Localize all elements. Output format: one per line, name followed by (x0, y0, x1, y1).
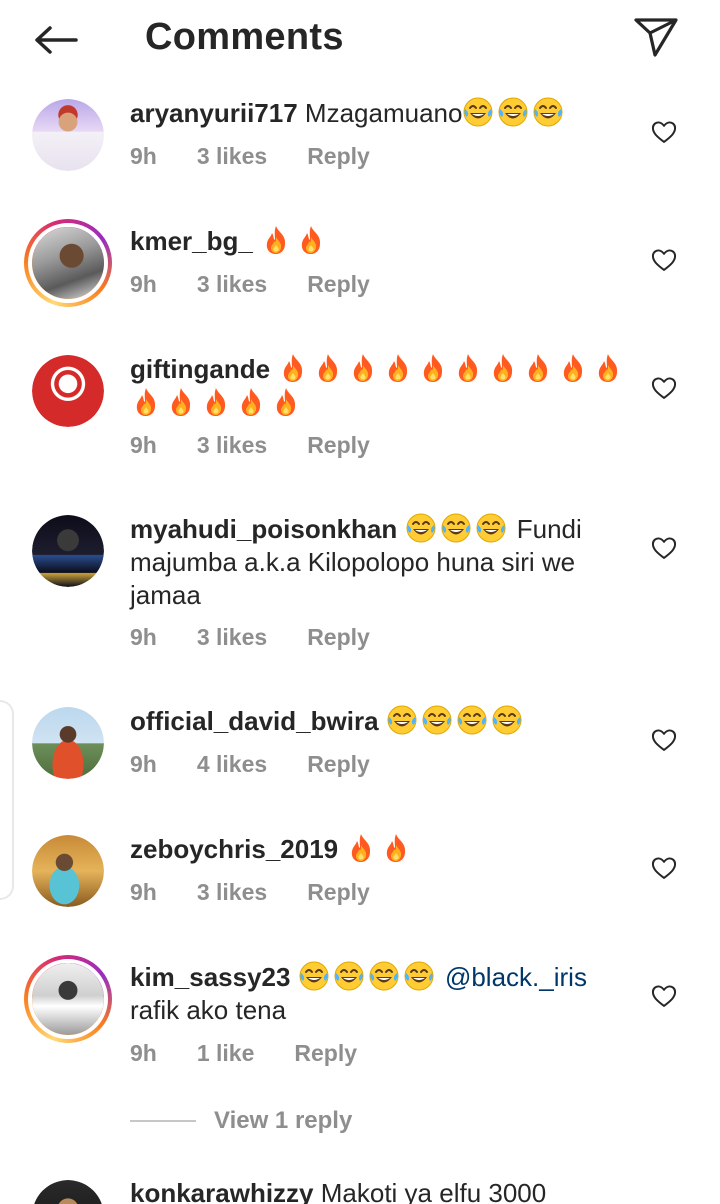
heart-icon[interactable] (650, 118, 678, 146)
comment-time: 9h (130, 879, 157, 905)
comment-meta: 9h 1 like Reply (130, 1040, 397, 1067)
comment-likes[interactable]: 1 like (197, 1040, 255, 1067)
reply-button[interactable]: Reply (294, 1040, 357, 1067)
laughing-tears-emoji (405, 514, 510, 544)
comment-time: 9h (130, 624, 157, 650)
avatar[interactable] (32, 355, 104, 427)
avatar[interactable] (24, 955, 112, 1043)
comment-text: giftingande (130, 352, 630, 420)
reply-button[interactable]: Reply (307, 271, 370, 298)
view-replies[interactable]: View 1 reply (130, 1107, 352, 1135)
comment-body: Mzagamuano (304, 98, 463, 128)
comment-likes[interactable]: 4 likes (197, 751, 267, 778)
view-replies-label[interactable]: View 1 reply (214, 1107, 352, 1135)
comment-text: kim_sassy23 @black._iris rafik ako tena (130, 960, 630, 1027)
reply-button[interactable]: Reply (307, 432, 370, 459)
comment-likes[interactable]: 3 likes (197, 624, 267, 651)
comment-meta: 9h 4 likes Reply (130, 751, 410, 778)
comment-likes[interactable]: 3 likes (197, 143, 267, 170)
comment-text: official_david_bwira (130, 704, 630, 738)
laughing-tears-emoji (298, 962, 438, 992)
comment-meta: 9h 3 likes Reply (130, 432, 410, 459)
avatar[interactable] (32, 835, 104, 907)
comment-username[interactable]: giftingande (130, 354, 270, 384)
heart-icon[interactable] (650, 534, 678, 562)
fire-emoji (345, 834, 415, 864)
reply-button[interactable]: Reply (307, 879, 370, 906)
comment-text: aryanyurii717 Mzagamuano (130, 96, 630, 130)
comment-meta: 9h 3 likes Reply (130, 624, 410, 651)
reply-button[interactable]: Reply (307, 751, 370, 778)
side-handle (0, 700, 14, 900)
comment-username[interactable]: kmer_bg_ (130, 226, 253, 256)
back-button[interactable] (28, 18, 84, 62)
comment-time: 9h (130, 1040, 157, 1066)
heart-icon[interactable] (650, 726, 678, 754)
mention-link[interactable]: @black._iris (445, 962, 587, 992)
heart-icon[interactable] (650, 982, 678, 1010)
comment-text: konkarawhizzy Makoti ya elfu 3000 (130, 1177, 630, 1204)
top-bar: Comments (0, 0, 720, 80)
comment-time: 9h (130, 143, 157, 169)
comment-body: Makoti ya elfu 3000 (320, 1178, 547, 1204)
reply-button[interactable]: Reply (307, 143, 370, 170)
comment-text: zeboychris_2019 (130, 832, 630, 866)
heart-icon[interactable] (650, 374, 678, 402)
comment-username[interactable]: aryanyurii717 (130, 98, 298, 128)
send-icon (634, 18, 678, 57)
view-replies-line (130, 1120, 196, 1122)
avatar[interactable] (32, 99, 104, 171)
page-title: Comments (145, 16, 344, 58)
comment-username[interactable]: konkarawhizzy (130, 1178, 314, 1204)
heart-icon[interactable] (650, 246, 678, 274)
avatar[interactable] (32, 515, 104, 587)
comment-username[interactable]: official_david_bwira (130, 706, 379, 736)
avatar[interactable] (32, 707, 104, 779)
laughing-tears-emoji (386, 706, 526, 736)
comment-time: 9h (130, 432, 157, 458)
comment-meta: 9h 3 likes Reply (130, 879, 410, 906)
comment-likes[interactable]: 3 likes (197, 879, 267, 906)
comment-body: rafik ako tena (130, 995, 287, 1025)
share-button[interactable] (630, 12, 682, 62)
comment-time: 9h (130, 751, 157, 777)
comment-username[interactable]: zeboychris_2019 (130, 834, 338, 864)
fire-emoji (260, 226, 330, 256)
comment-likes[interactable]: 3 likes (197, 271, 267, 298)
reply-button[interactable]: Reply (307, 624, 370, 651)
avatar[interactable] (24, 219, 112, 307)
comment-username[interactable]: myahudi_poisonkhan (130, 514, 397, 544)
comment-time: 9h (130, 271, 157, 297)
comment-text: myahudi_poisonkhan Fundi majumba a.k.a K… (130, 512, 630, 612)
comment-username[interactable]: kim_sassy23 (130, 962, 290, 992)
comment-likes[interactable]: 3 likes (197, 432, 267, 459)
comment-meta: 9h 3 likes Reply (130, 271, 410, 298)
laughing-tears-emoji (462, 98, 567, 128)
avatar[interactable] (32, 1180, 104, 1204)
comment-text: kmer_bg_ (130, 224, 630, 258)
comment-meta: 9h 3 likes Reply (130, 143, 410, 170)
arrow-left-icon (35, 26, 78, 54)
heart-icon[interactable] (650, 854, 678, 882)
